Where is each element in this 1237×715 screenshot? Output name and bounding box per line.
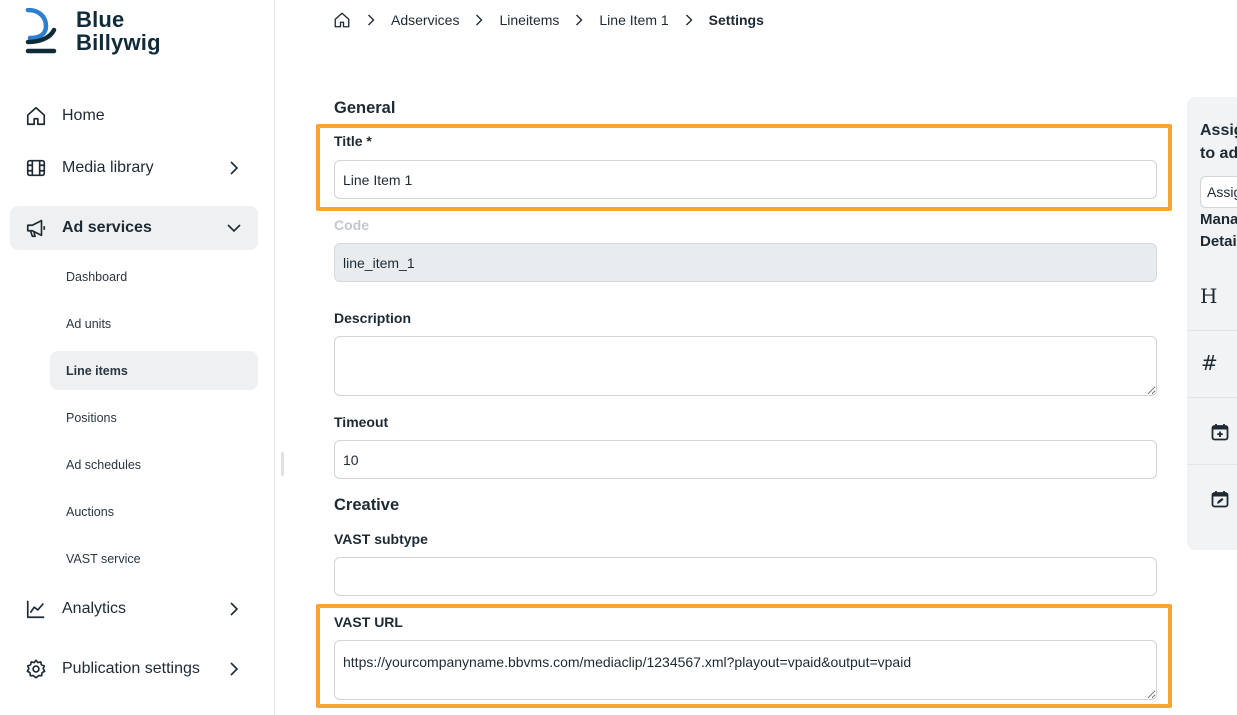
home-icon <box>24 104 48 128</box>
sidebar: Blue Billywig Home Media library Ad serv… <box>0 0 275 715</box>
brand-logo[interactable]: Blue Billywig <box>24 8 161 56</box>
description-textarea[interactable] <box>334 336 1157 396</box>
detail-row-heading: H <box>1187 264 1237 331</box>
details-subtitle: Manag Detai <box>1200 209 1237 253</box>
details-subtitle-line2: Detai <box>1200 233 1237 250</box>
sidebar-resize-handle[interactable] <box>281 452 284 476</box>
brand-line1: Blue <box>76 7 125 32</box>
timeout-label: Timeout <box>334 414 389 430</box>
sidebar-item-label: Publication settings <box>62 660 200 677</box>
detail-row-code: # <box>1187 331 1237 398</box>
logo-mark-icon <box>25 8 57 54</box>
section-creative-title: Creative <box>334 496 400 514</box>
sidebar-subitem-ad-units[interactable]: Ad units <box>50 304 258 343</box>
breadcrumb-line-item[interactable]: Line Item 1 <box>599 12 668 28</box>
calendar-edit-icon <box>1211 491 1229 508</box>
heading-icon: H <box>1200 284 1218 308</box>
film-icon <box>24 156 48 180</box>
home-icon[interactable] <box>333 11 351 29</box>
chevron-right-icon <box>230 662 239 676</box>
sidebar-item-ad-services[interactable]: Ad services <box>10 206 258 250</box>
timeout-input[interactable] <box>334 440 1157 479</box>
description-label: Description <box>334 310 412 326</box>
breadcrumb: Adservices Lineitems Line Item 1 Setting… <box>333 10 764 30</box>
sidebar-item-media-library[interactable]: Media library <box>10 146 258 190</box>
sidebar-item-publication-settings[interactable]: Publication settings <box>10 647 258 691</box>
vast-url-label: VAST URL <box>334 614 403 630</box>
title-label: Title * <box>334 133 372 149</box>
brand-line2: Billywig <box>76 30 161 55</box>
sidebar-subitem-line-items[interactable]: Line items <box>50 351 258 390</box>
assignment-panel: Assig to ad Assig Manag Detai H # <box>1187 97 1237 550</box>
megaphone-icon <box>24 216 48 240</box>
detail-row-modified <box>1187 465 1237 532</box>
chevron-right-icon <box>364 13 378 27</box>
sidebar-item-label: Home <box>62 107 105 124</box>
chevron-right-icon <box>572 13 586 27</box>
chevron-right-icon <box>230 602 239 616</box>
chevron-down-icon <box>227 224 241 233</box>
sidebar-item-home[interactable]: Home <box>10 94 258 138</box>
sidebar-item-label: Ad services <box>62 219 152 236</box>
sidebar-item-label: Media library <box>62 159 154 176</box>
assignment-panel-title: Assig to ad <box>1200 119 1237 165</box>
vast-subtype-label: VAST subtype <box>334 531 428 547</box>
sidebar-item-label: Analytics <box>62 600 127 617</box>
code-input <box>334 243 1157 282</box>
detail-row-created <box>1187 398 1237 465</box>
vast-subtype-input[interactable] <box>334 557 1157 596</box>
sidebar-subitem-auctions[interactable]: Auctions <box>50 492 258 531</box>
sidebar-subitem-vast-service[interactable]: VAST service <box>50 539 258 578</box>
assignment-panel-title-line1: Assig <box>1200 122 1237 139</box>
chevron-right-icon <box>682 13 696 27</box>
sidebar-subitem-dashboard[interactable]: Dashboard <box>50 257 258 296</box>
breadcrumb-current: Settings <box>708 12 764 28</box>
breadcrumb-lineitems[interactable]: Lineitems <box>499 12 559 28</box>
vast-url-textarea[interactable]: https://yourcompanyname.bbvms.com/mediac… <box>334 640 1157 700</box>
code-label: Code <box>334 217 369 233</box>
sidebar-subitem-ad-schedules[interactable]: Ad schedules <box>50 445 258 484</box>
gear-icon <box>24 657 48 681</box>
assignment-panel-title-line2: to ad <box>1200 145 1237 162</box>
title-input[interactable] <box>334 160 1157 199</box>
assign-select[interactable]: Assig <box>1200 176 1237 208</box>
sidebar-item-analytics[interactable]: Analytics <box>10 587 258 631</box>
chevron-right-icon <box>230 161 239 175</box>
section-general-title: General <box>334 99 396 117</box>
chevron-right-icon <box>472 13 486 27</box>
details-subtitle-line1: Manag <box>1200 211 1237 228</box>
calendar-plus-icon <box>1211 424 1229 441</box>
sidebar-subitem-positions[interactable]: Positions <box>50 398 258 437</box>
chart-line-icon <box>24 597 48 621</box>
breadcrumb-adservices[interactable]: Adservices <box>391 12 459 28</box>
hash-icon: # <box>1201 351 1218 375</box>
